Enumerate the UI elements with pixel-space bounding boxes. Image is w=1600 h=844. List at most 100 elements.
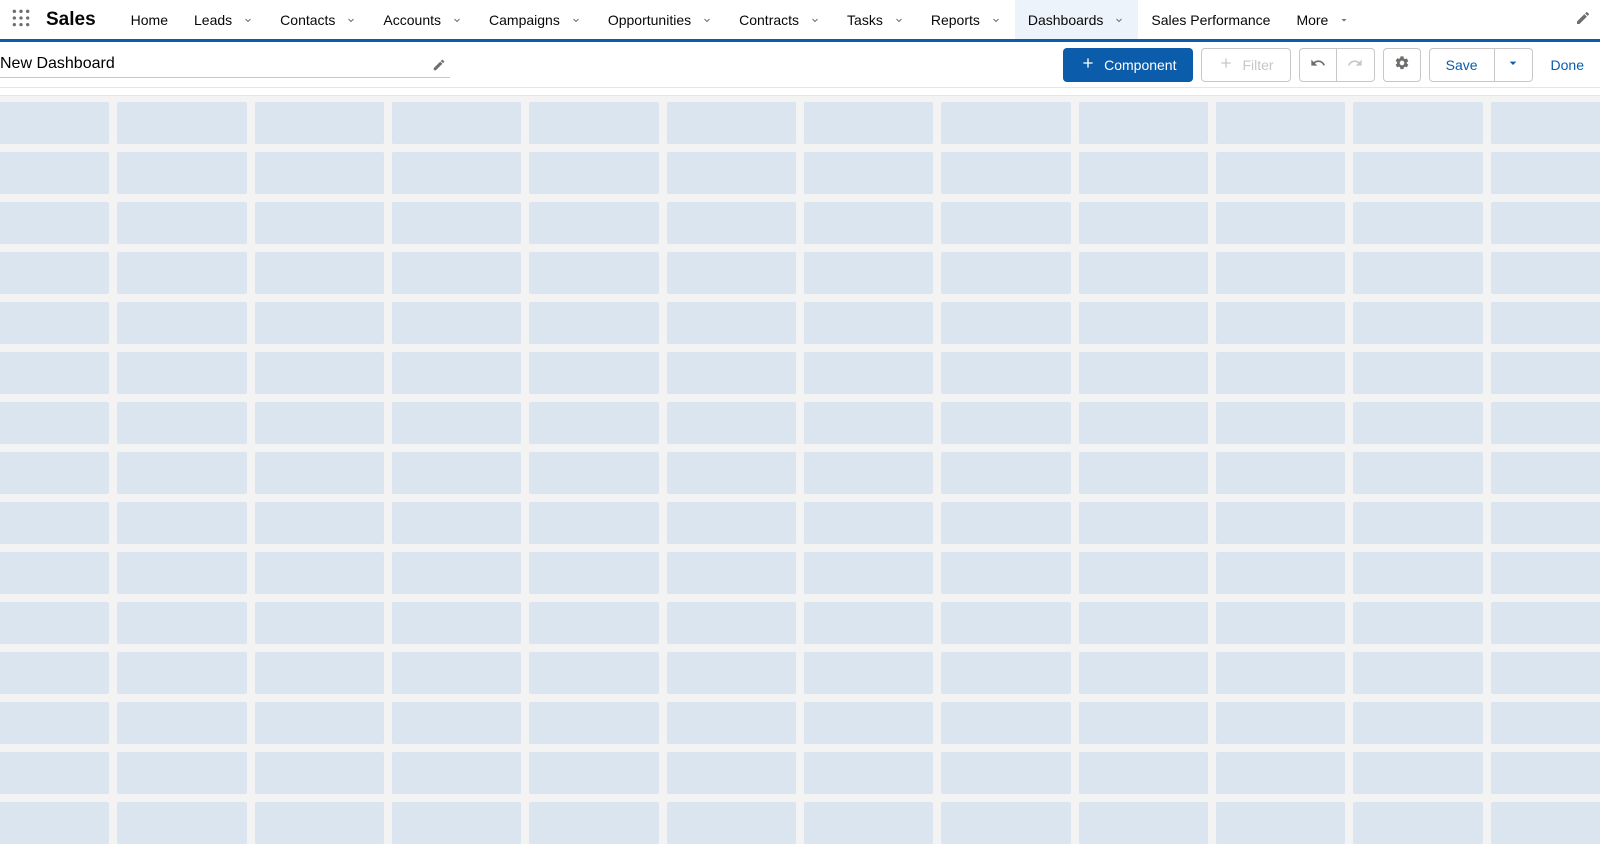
canvas-cell[interactable] [1216, 352, 1345, 394]
canvas-cell[interactable] [941, 452, 1070, 494]
canvas-cell[interactable] [529, 152, 658, 194]
canvas-cell[interactable] [804, 552, 933, 594]
canvas-cell[interactable] [1491, 352, 1600, 394]
canvas-cell[interactable] [529, 402, 658, 444]
dashboard-title-input[interactable] [0, 51, 450, 78]
canvas-cell[interactable] [667, 102, 796, 144]
canvas-cell[interactable] [0, 652, 109, 694]
nav-tab-contacts[interactable]: Contacts [267, 0, 370, 39]
canvas-cell[interactable] [1353, 202, 1482, 244]
nav-tab-opportunities[interactable]: Opportunities [595, 0, 726, 39]
chevron-down-icon[interactable] [242, 14, 254, 26]
dashboard-canvas[interactable] [0, 95, 1600, 844]
canvas-cell[interactable] [117, 402, 246, 444]
canvas-cell[interactable] [117, 352, 246, 394]
canvas-cell[interactable] [667, 502, 796, 544]
canvas-cell[interactable] [0, 802, 109, 844]
canvas-cell[interactable] [667, 352, 796, 394]
canvas-cell[interactable] [1216, 452, 1345, 494]
canvas-cell[interactable] [0, 552, 109, 594]
chevron-down-icon[interactable] [451, 14, 463, 26]
canvas-cell[interactable] [392, 552, 521, 594]
canvas-cell[interactable] [255, 252, 384, 294]
canvas-cell[interactable] [255, 152, 384, 194]
canvas-cell[interactable] [804, 702, 933, 744]
canvas-cell[interactable] [0, 402, 109, 444]
canvas-cell[interactable] [117, 152, 246, 194]
save-menu-button[interactable] [1495, 48, 1533, 82]
canvas-cell[interactable] [255, 352, 384, 394]
canvas-cell[interactable] [804, 652, 933, 694]
canvas-cell[interactable] [1491, 502, 1600, 544]
canvas-cell[interactable] [529, 552, 658, 594]
canvas-cell[interactable] [1491, 402, 1600, 444]
canvas-cell[interactable] [255, 752, 384, 794]
canvas-cell[interactable] [1216, 602, 1345, 644]
canvas-cell[interactable] [1353, 402, 1482, 444]
canvas-cell[interactable] [529, 652, 658, 694]
done-link[interactable]: Done [1551, 57, 1584, 73]
canvas-cell[interactable] [255, 652, 384, 694]
canvas-cell[interactable] [804, 152, 933, 194]
triangle-down-icon[interactable] [1338, 14, 1350, 26]
canvas-cell[interactable] [1353, 702, 1482, 744]
nav-tab-home[interactable]: Home [118, 0, 181, 39]
nav-tab-dashboards[interactable]: Dashboards [1015, 0, 1139, 39]
canvas-cell[interactable] [941, 652, 1070, 694]
canvas-cell[interactable] [804, 452, 933, 494]
canvas-cell[interactable] [804, 802, 933, 844]
canvas-cell[interactable] [804, 752, 933, 794]
canvas-cell[interactable] [667, 602, 796, 644]
edit-nav-button[interactable] [1566, 0, 1600, 39]
dashboard-title-field[interactable] [0, 49, 450, 81]
canvas-cell[interactable] [529, 202, 658, 244]
canvas-cell[interactable] [667, 302, 796, 344]
canvas-cell[interactable] [117, 552, 246, 594]
canvas-cell[interactable] [1079, 452, 1208, 494]
canvas-cell[interactable] [1216, 252, 1345, 294]
canvas-cell[interactable] [804, 502, 933, 544]
canvas-cell[interactable] [117, 102, 246, 144]
canvas-cell[interactable] [804, 252, 933, 294]
chevron-down-icon[interactable] [809, 14, 821, 26]
canvas-cell[interactable] [1353, 352, 1482, 394]
save-button[interactable]: Save [1429, 48, 1495, 82]
canvas-cell[interactable] [117, 752, 246, 794]
dashboard-properties-button[interactable] [1383, 48, 1421, 82]
nav-tab-accounts[interactable]: Accounts [370, 0, 476, 39]
canvas-cell[interactable] [529, 802, 658, 844]
canvas-cell[interactable] [667, 252, 796, 294]
canvas-cell[interactable] [1491, 802, 1600, 844]
canvas-cell[interactable] [1079, 202, 1208, 244]
canvas-cell[interactable] [392, 802, 521, 844]
canvas-cell[interactable] [1216, 402, 1345, 444]
canvas-cell[interactable] [804, 352, 933, 394]
canvas-cell[interactable] [529, 602, 658, 644]
canvas-cell[interactable] [1216, 152, 1345, 194]
canvas-cell[interactable] [529, 702, 658, 744]
canvas-cell[interactable] [1353, 552, 1482, 594]
canvas-cell[interactable] [255, 202, 384, 244]
chevron-down-icon[interactable] [1113, 14, 1125, 26]
canvas-cell[interactable] [117, 652, 246, 694]
canvas-cell[interactable] [941, 102, 1070, 144]
canvas-cell[interactable] [392, 452, 521, 494]
canvas-cell[interactable] [1353, 602, 1482, 644]
canvas-cell[interactable] [1079, 252, 1208, 294]
canvas-cell[interactable] [1491, 652, 1600, 694]
canvas-cell[interactable] [941, 752, 1070, 794]
canvas-cell[interactable] [1216, 702, 1345, 744]
canvas-cell[interactable] [255, 602, 384, 644]
canvas-cell[interactable] [941, 302, 1070, 344]
canvas-cell[interactable] [1491, 302, 1600, 344]
canvas-cell[interactable] [0, 202, 109, 244]
canvas-cell[interactable] [941, 552, 1070, 594]
canvas-cell[interactable] [117, 502, 246, 544]
canvas-cell[interactable] [1491, 252, 1600, 294]
canvas-cell[interactable] [1491, 602, 1600, 644]
canvas-cell[interactable] [1353, 102, 1482, 144]
canvas-cell[interactable] [117, 302, 246, 344]
canvas-cell[interactable] [667, 152, 796, 194]
canvas-cell[interactable] [392, 702, 521, 744]
canvas-cell[interactable] [392, 402, 521, 444]
